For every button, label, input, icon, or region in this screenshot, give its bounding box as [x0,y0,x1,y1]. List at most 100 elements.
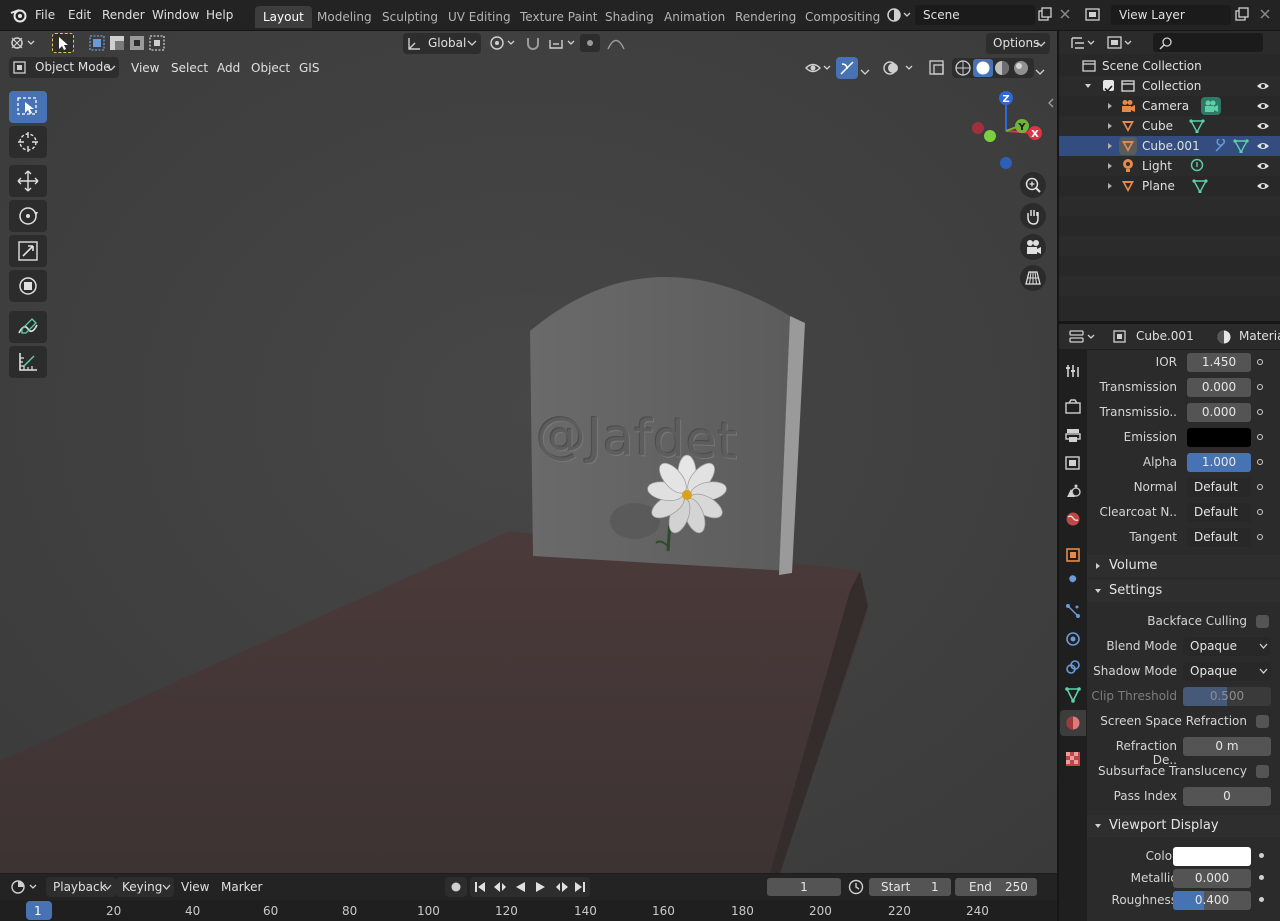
light-data-icon[interactable] [1190,158,1204,174]
outliner-search-input[interactable] [1153,33,1263,52]
tab-view-layer[interactable] [1060,450,1086,476]
eye-icon[interactable] [1256,100,1270,112]
timeline-menu-marker[interactable]: Marker [216,876,267,898]
backface-culling-checkbox[interactable] [1256,615,1269,628]
tab-modifiers[interactable] [1060,570,1086,596]
menu-help[interactable]: Help [206,8,233,22]
new-scene-icon[interactable] [1037,7,1053,26]
eye-icon[interactable] [1256,80,1270,92]
snap-icon[interactable] [524,34,580,55]
options-dropdown[interactable]: Options [986,33,1050,54]
mesh-data-icon[interactable] [1192,179,1208,193]
tool-annotate[interactable] [9,311,47,343]
tab-rendering[interactable]: Rendering [727,6,804,28]
current-frame-field[interactable]: 1 [767,878,841,896]
clearcoat-normal-field[interactable]: Default [1187,503,1251,522]
visibility-icon[interactable] [804,59,834,80]
eye-icon[interactable] [1256,180,1270,192]
record-button[interactable] [445,877,467,897]
scene-selector-icon[interactable] [886,6,912,27]
subsurface-checkbox[interactable] [1256,765,1269,778]
perspective-toggle-button[interactable] [1020,265,1046,291]
tab-texture-paint[interactable]: Texture Paint [512,6,605,28]
tab-animation[interactable]: Animation [656,6,733,28]
properties-editor-type-icon[interactable] [1069,329,1099,345]
new-view-layer-icon[interactable] [1234,7,1250,26]
metallic-keyframe-dot[interactable] [1259,875,1264,880]
color-keyframe-dot[interactable] [1259,853,1264,858]
tool-measure[interactable] [9,346,47,378]
tab-texture[interactable] [1060,746,1086,772]
tool-transform[interactable] [9,270,47,302]
metallic-field[interactable]: 0.000 [1173,869,1251,888]
view-layer-field[interactable]: View Layer [1111,5,1231,25]
tab-object[interactable] [1060,542,1086,568]
tangent-socket-icon[interactable] [1257,534,1263,540]
3d-viewport[interactable]: @Jafdet Global Options Object Mode View … [0,31,1057,873]
expand-arrow-icon[interactable] [1106,162,1114,170]
outliner-row-plane[interactable]: Plane [1059,176,1280,196]
ior-socket-icon[interactable] [1257,359,1263,365]
tab-constraints[interactable] [1060,654,1086,680]
gizmo-dropdown-icon[interactable] [860,65,870,79]
transmission-roughness-socket-icon[interactable] [1257,409,1263,415]
blend-mode-dropdown[interactable]: Opaque [1183,637,1271,656]
menu-window[interactable]: Window [152,8,199,22]
mesh-data-icon[interactable] [1189,119,1205,133]
delete-view-layer-icon[interactable] [1258,7,1272,24]
keying-menu[interactable]: Keying [116,877,174,897]
navigation-gizmo[interactable]: Z X Y [960,86,1050,171]
tangent-field[interactable]: Default [1187,528,1251,547]
playback-menu[interactable]: Playback [46,877,116,897]
shadow-mode-dropdown[interactable]: Opaque [1183,662,1271,681]
expand-arrow-icon[interactable] [1084,82,1092,90]
tab-tool[interactable] [1060,358,1086,384]
expand-arrow-icon[interactable] [1106,122,1114,130]
display-mode-icon[interactable] [1106,34,1136,55]
pivot-point-icon[interactable] [488,34,520,55]
transmission-socket-icon[interactable] [1257,384,1263,390]
selection-mode-set-icon[interactable] [88,34,184,55]
roughness-keyframe-dot[interactable] [1259,897,1264,902]
viewport-menu-select[interactable]: Select [166,57,213,79]
normal-field[interactable]: Default [1187,478,1251,497]
tab-output[interactable] [1060,422,1086,448]
blender-logo-icon[interactable] [10,7,28,26]
transmission-field[interactable]: 0.000 [1187,378,1251,397]
ssr-checkbox[interactable] [1256,715,1269,728]
delete-scene-icon[interactable] [1058,7,1072,24]
expand-arrow-icon[interactable] [1106,182,1114,190]
xray-toggle-icon[interactable] [928,59,946,80]
mesh-data-icon[interactable] [1233,139,1249,153]
ior-field[interactable]: 1.450 [1187,353,1251,372]
timeline-editor-type-icon[interactable] [10,878,40,899]
expand-arrow-icon[interactable] [1106,142,1114,150]
tab-scene[interactable] [1060,478,1086,504]
tab-material[interactable] [1060,710,1086,736]
tab-sculpting[interactable]: Sculpting [374,6,446,28]
tab-render[interactable] [1060,394,1086,420]
viewport-color-swatch[interactable] [1173,847,1251,866]
roughness-field[interactable]: 0.400 [1173,891,1251,910]
menu-edit[interactable]: Edit [68,8,91,22]
tab-compositing[interactable]: Compositing [797,6,888,28]
timeline-menu-view[interactable]: View [176,876,214,898]
viewport-menu-add[interactable]: Add [212,57,245,79]
tab-layout[interactable]: Layout [255,6,312,28]
alpha-socket-icon[interactable] [1257,459,1263,465]
tab-physics[interactable] [1060,626,1086,652]
transform-orientation-dropdown[interactable]: Global [403,33,481,54]
zoom-button[interactable] [1020,172,1046,198]
emission-color-swatch[interactable] [1187,428,1251,447]
tab-modeling[interactable]: Modeling [309,6,380,28]
refraction-depth-field[interactable]: 0 m [1183,737,1271,756]
tab-particles[interactable] [1060,598,1086,624]
eye-icon[interactable] [1256,160,1270,172]
normal-socket-icon[interactable] [1257,484,1263,490]
clip-threshold-field[interactable]: 0.500 [1183,687,1271,706]
outliner-row-collection[interactable]: Collection [1059,76,1280,96]
outliner-row-cube[interactable]: Cube [1059,116,1280,136]
eye-icon[interactable] [1256,140,1270,152]
end-frame-field[interactable]: End 250 [955,878,1037,896]
shading-options-icon[interactable] [1035,65,1045,79]
